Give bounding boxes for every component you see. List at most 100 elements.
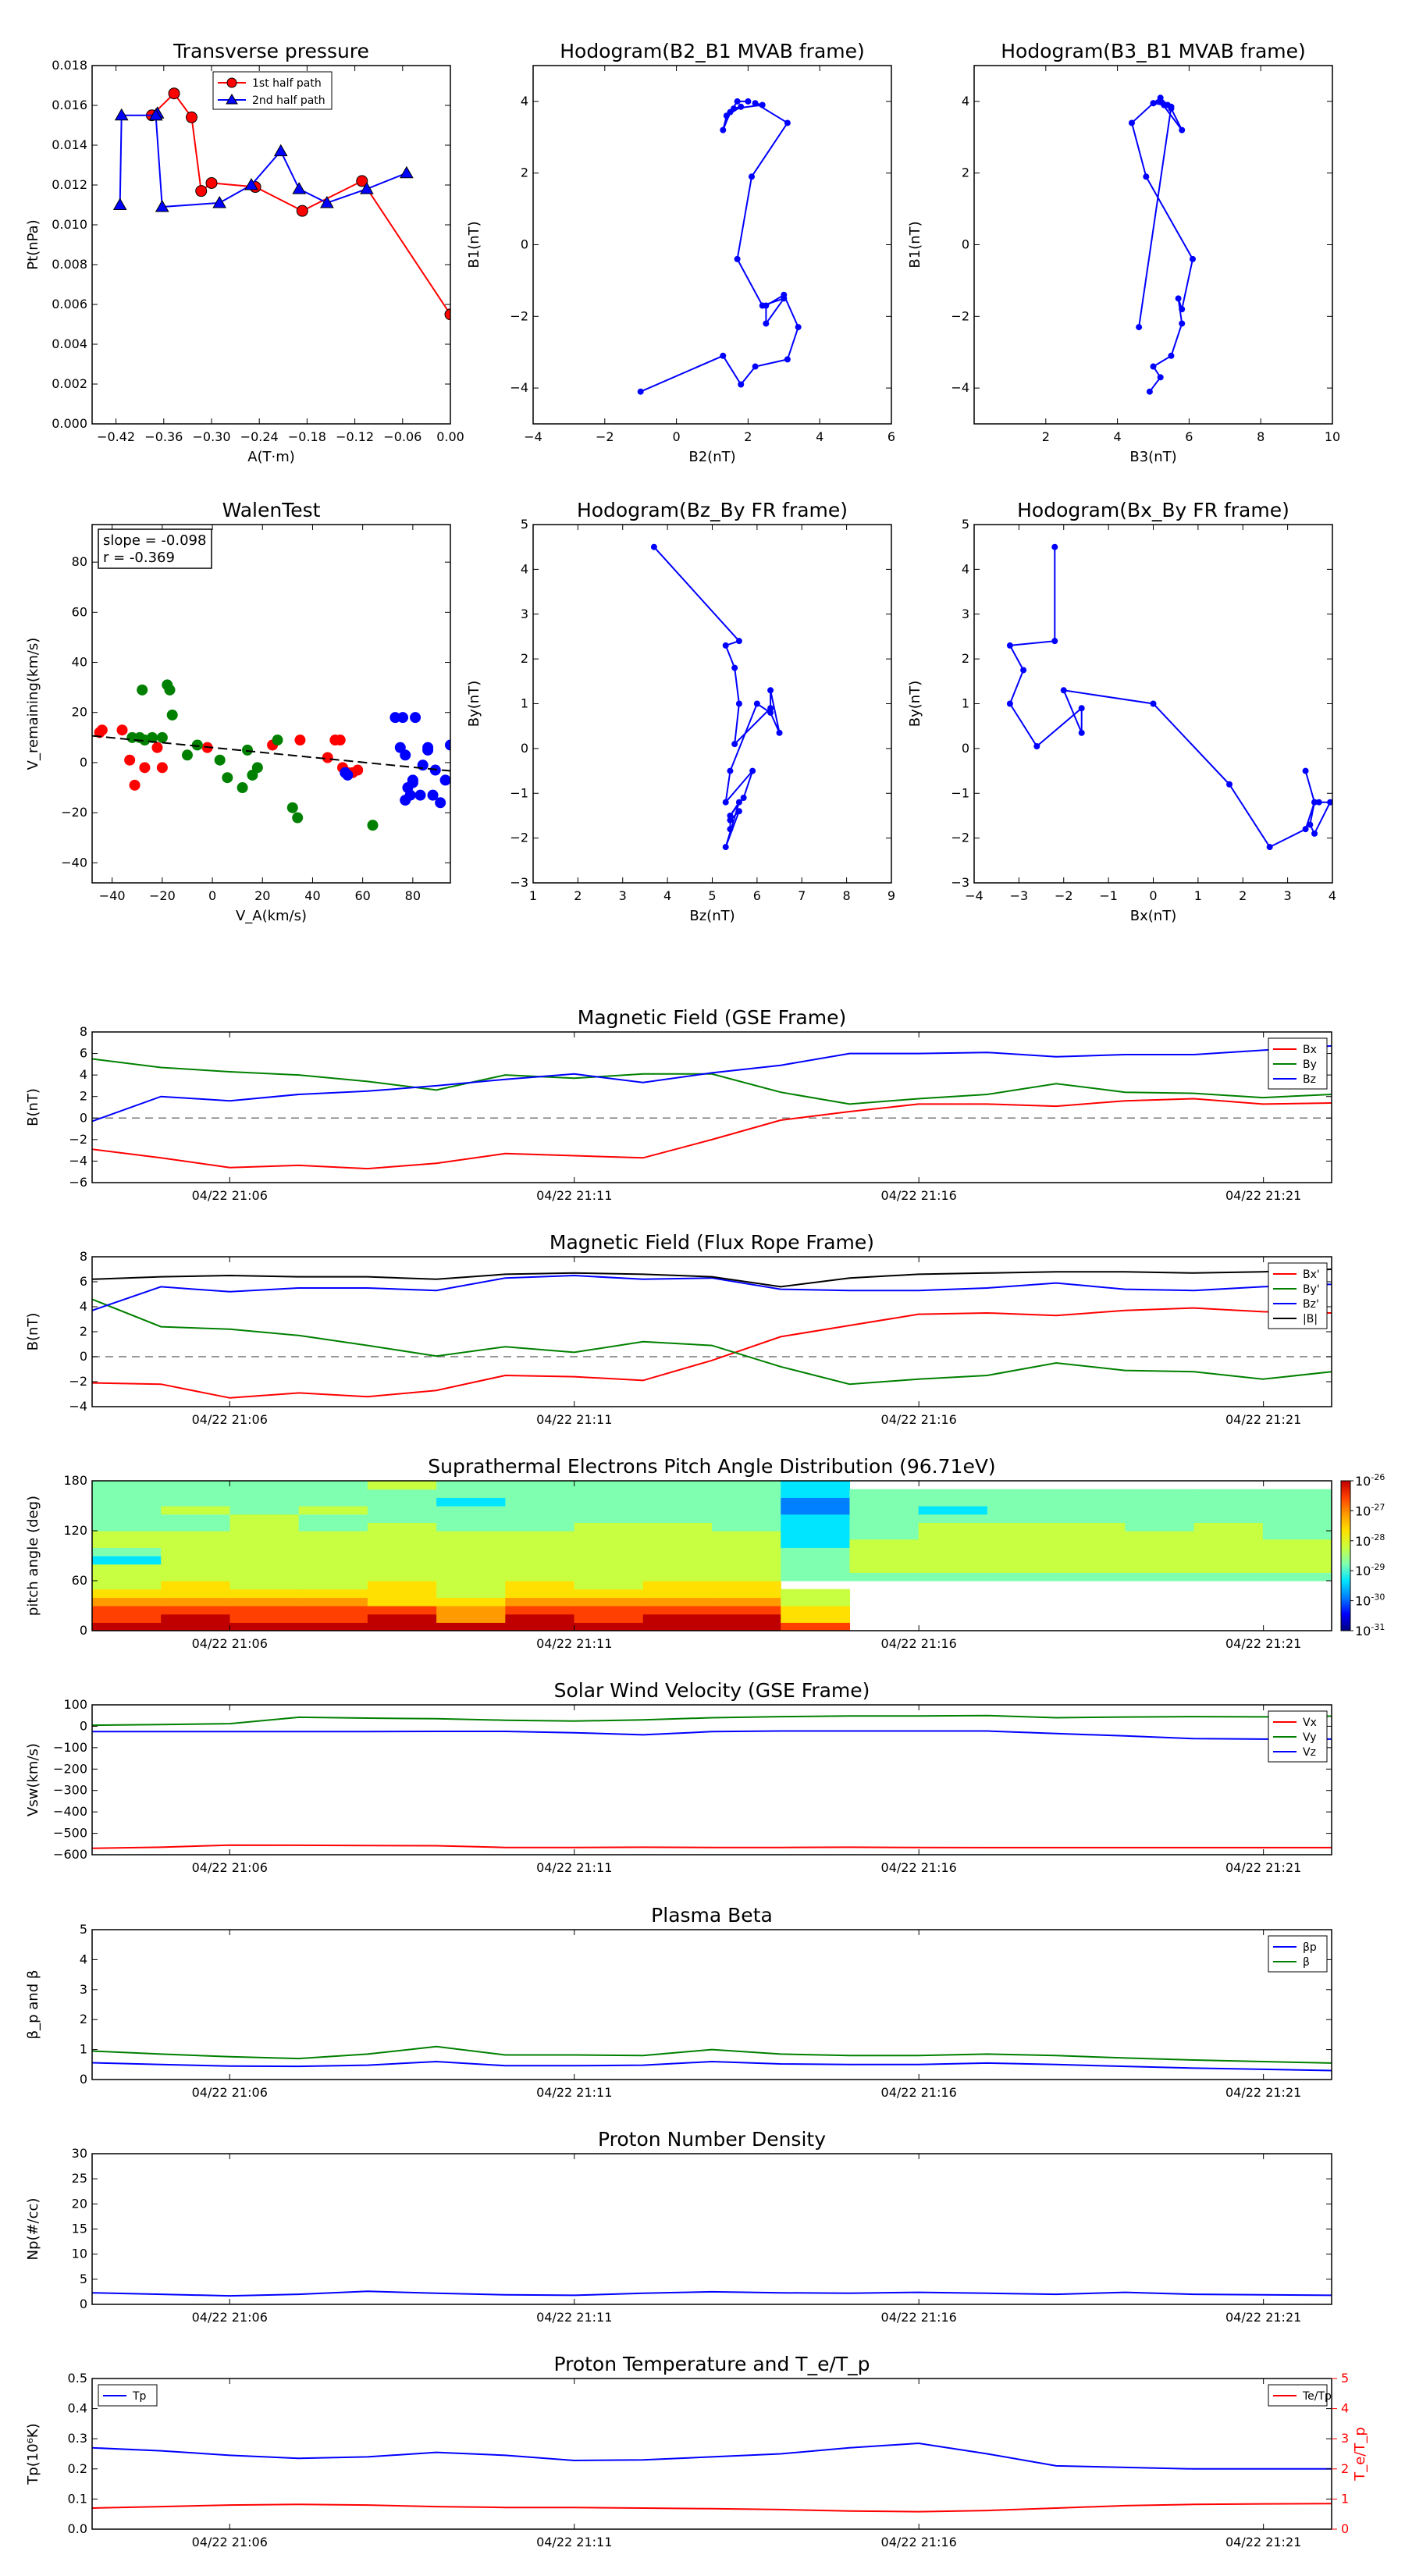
walen-point [139,762,151,774]
pad-heatmap-cell [161,1614,231,1623]
h1-point [720,126,727,133]
pt-xtick-label: −0.06 [383,429,422,444]
pad-heatmap-cell [781,1572,851,1582]
pad-heatmap-cell [92,1481,162,1490]
h3-point [735,808,742,815]
vsw-legend-label: Vx [1303,1717,1317,1729]
pad-heatmap-cell [367,1531,437,1540]
pad-heatmap-cell [161,1606,231,1615]
pad-heatmap-cell [574,1514,644,1523]
beta-title: Plasma Beta [651,1904,773,1927]
beta-ytick-label: 0 [80,2072,87,2087]
pad-heatmap-cell [1262,1572,1332,1582]
h3-ytick-label: −2 [510,831,528,845]
vsw-ytick-label: −600 [53,1847,87,1862]
pad-colorbar-exponent: -29 [1371,1562,1385,1572]
h3-point [650,543,657,550]
pt-ytick-label: 0.016 [52,98,87,112]
pad-heatmap-cell [1193,1514,1264,1523]
pad-heatmap-cell [229,1564,300,1573]
pt-xtick-label: 0.00 [436,429,464,444]
pad-heatmap-cell [574,1572,644,1582]
pad-colorbar-exponent: -27 [1371,1502,1385,1512]
h4-series-line [1008,546,1332,849]
vsw-frame [91,1704,1332,1856]
h2-ylabel: B1(nT) [907,221,923,268]
pad-heatmap-cell [436,1481,506,1490]
beta-legend-box [1268,1935,1328,1973]
h2-point [1179,320,1186,327]
pad-heatmap-cell [92,1622,162,1631]
pt-frame [91,65,451,425]
pad-heatmap-cell [1193,1556,1264,1565]
h4-point [1051,638,1058,645]
pt-legend-marker [226,77,237,88]
walen-point [96,724,108,736]
pad-heatmap-cell [712,1531,781,1540]
pad-heatmap-cell [298,1564,368,1573]
walen-point [367,820,379,831]
bgse-xtick-label: 04/22 21:21 [1225,1188,1301,1203]
pad-heatmap-cell [781,1539,851,1548]
walen-ytick-label: −40 [61,855,87,870]
beta-xtick-label: 04/22 21:16 [881,2085,957,2100]
pad-heatmap-cell [781,1506,851,1515]
h1-ytick-label: −2 [510,308,528,323]
bfr-chart: 04/22 21:06 04/22 21:11 04/22 21:16 04/22 2… [25,1231,1332,1427]
bfr-xtick-label: 04/22 21:16 [881,1412,957,1427]
h3-point [731,664,738,671]
h2-point [1146,388,1153,395]
h1-point [784,356,791,363]
pad-heatmap-cell [712,1589,781,1598]
h1-frame [532,65,892,425]
h3-point [731,741,738,748]
bgse-ylabel: B(nT) [25,1088,41,1126]
pad-heatmap-cell [712,1489,781,1498]
pad-heatmap-cell [367,1606,437,1615]
pad-colorbar-exponent: -30 [1371,1592,1385,1603]
h3-ytick-label: 2 [521,651,528,666]
pad-heatmap-cell [574,1622,644,1631]
bfr-legend-label: |B| [1303,1313,1318,1325]
h1-chart: −4 −2 0 2 4 6 −4 −2 0 2 4 Hodogram(B2_B1 MVAB frame… [466,40,895,465]
h3-ytick-label: 3 [521,607,528,621]
pad-heatmap-cell [229,1539,300,1548]
pad-heatmap-cell [642,1606,713,1615]
pad-colorbar [1340,1480,1351,1631]
h2-point [1150,363,1157,370]
beta-series-line [92,2060,1332,2072]
pt-xtick-label: −0.12 [336,429,374,444]
h3-point [722,844,729,851]
pad-heatmap-cell [505,1522,575,1532]
pad-heatmap-cell [781,1481,851,1490]
h1-xtick-label: −4 [524,429,542,444]
np-title: Proton Number Density [598,2128,826,2151]
walen-point [151,742,163,753]
h3-title: Hodogram(Bz_By FR frame) [577,499,848,521]
pad-colorbar-exponent: -28 [1371,1532,1385,1542]
pad-heatmap-cell [1262,1522,1332,1532]
pad-heatmap-cell [1193,1539,1264,1548]
pad-heatmap-cell [1193,1489,1264,1498]
pad-ylabel: pitch angle (deg) [25,1496,41,1616]
np-series-line [92,2290,1332,2297]
pad-heatmap-cell [781,1522,851,1532]
pad-heatmap-cell [436,1514,506,1523]
h4-xtick-label: −1 [1099,888,1118,903]
pad-heatmap-cell [781,1514,851,1523]
pad-heatmap-cell [1262,1531,1332,1540]
bfr-ytick-label: 2 [80,1324,87,1339]
h2-point [1175,295,1182,302]
h2-point [1157,94,1164,101]
h4-ytick-label: 3 [962,607,969,621]
pad-xtick-label: 04/22 21:11 [536,1636,612,1651]
pad-heatmap-cell [436,1606,506,1615]
pad-heatmap-cell [642,1622,713,1631]
h2-point [1128,119,1135,126]
np-xtick-label: 04/22 21:11 [536,2310,612,2325]
pad-heatmap-cell [987,1531,1057,1540]
pad-colorbar-label: 10-27 [1355,1502,1385,1518]
h4-point [1020,667,1027,674]
walen-point [435,797,446,809]
np-ytick-label: 10 [72,2247,87,2261]
